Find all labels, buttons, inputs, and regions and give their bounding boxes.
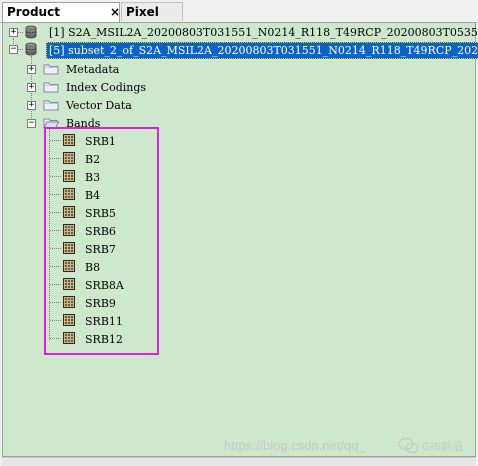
expand-icon[interactable]: + [27, 83, 36, 92]
tree-item-vector-data[interactable]: + Vector Data [0, 97, 200, 114]
bands-highlight-box [44, 127, 159, 355]
collapse-icon[interactable]: − [27, 119, 36, 128]
folder-icon [43, 100, 59, 111]
product-1-label: [1] S2A_MSIL2A_20200803T031551_N0214_R11… [49, 26, 478, 39]
tab-bar: Product Explorer × Pixel Info [0, 0, 478, 38]
folder-label: Index Codings [66, 81, 147, 94]
tab-product-explorer[interactable]: Product Explorer × [2, 2, 120, 38]
folder-label: Vector Data [66, 99, 132, 112]
database-icon [25, 25, 37, 39]
tree-item-product-1[interactable]: + [1] S2A_MSIL2A_20200803T031551_N0214_R… [0, 24, 478, 41]
expand-icon[interactable]: + [27, 101, 36, 110]
expand-icon[interactable]: + [9, 28, 18, 37]
folder-label: Metadata [66, 63, 120, 76]
collapse-icon[interactable]: − [9, 45, 18, 54]
watermark-url: https://blog.csdn.net/qq_ [224, 438, 366, 453]
expand-icon[interactable]: + [27, 65, 36, 74]
tree-item-metadata[interactable]: + Metadata [0, 61, 200, 78]
close-icon[interactable]: × [110, 3, 120, 22]
tree-item-product-5[interactable]: − [5] subset_2_of_S2A_MSIL2A_20200803T03… [0, 41, 478, 59]
folder-icon [43, 82, 59, 93]
folder-icon [43, 64, 59, 75]
database-icon [25, 42, 37, 56]
watermark-brand: GIS前沿 [422, 441, 463, 453]
product-5-label: [5] subset_2_of_S2A_MSIL2A_20200803T0315… [46, 42, 478, 59]
wechat-icon [398, 437, 419, 454]
tree-item-index-codings[interactable]: + Index Codings [0, 79, 200, 96]
tab-pixel-info[interactable]: Pixel Info [121, 2, 183, 38]
